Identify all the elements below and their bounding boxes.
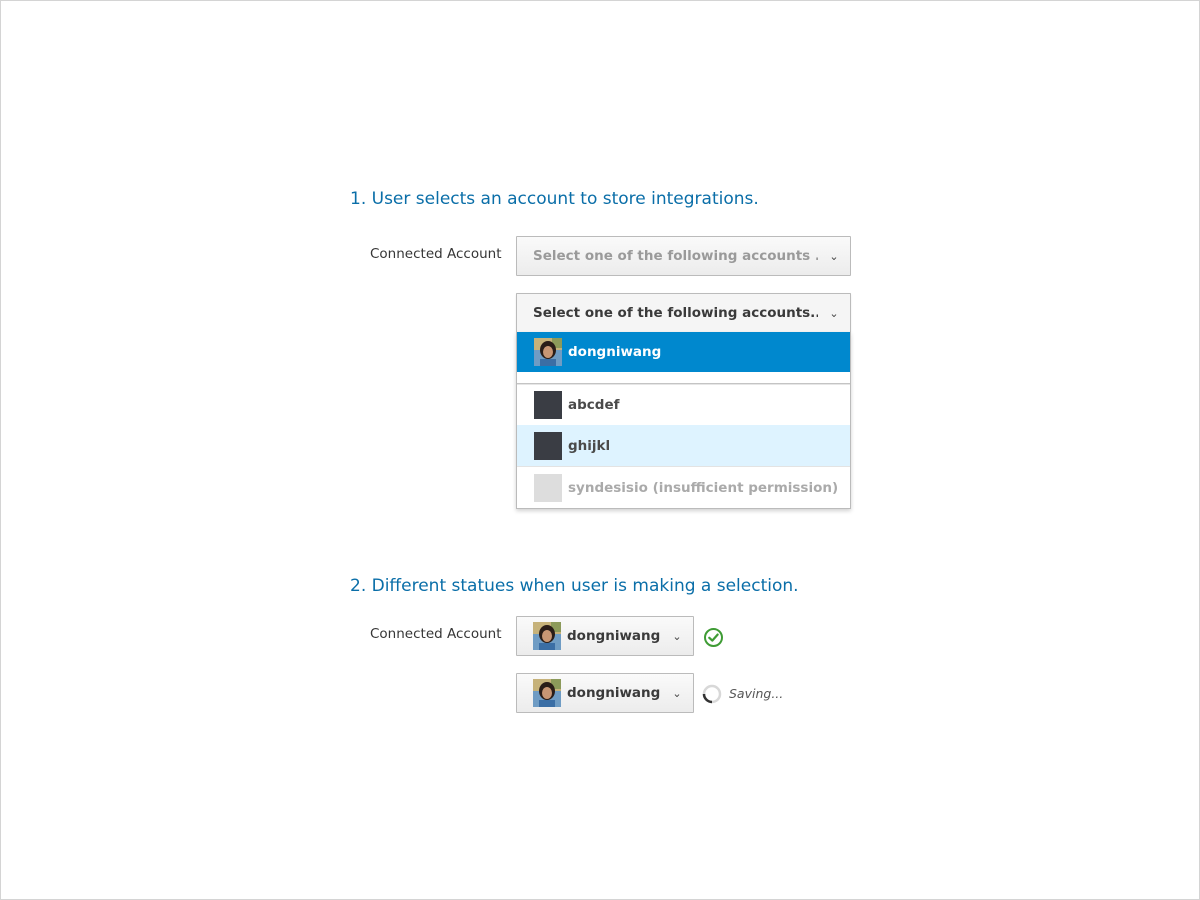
avatar [534, 391, 562, 419]
spinner-icon [702, 684, 722, 704]
account-select-saved[interactable]: dongniwang ⌄ [516, 616, 694, 656]
menu-item-ghijkl[interactable]: ghijkl [517, 425, 850, 466]
chevron-down-icon: ⌄ [672, 686, 682, 700]
account-select-saving[interactable]: dongniwang ⌄ [516, 673, 694, 713]
menu-item-label: syndesisio (insufficient permission) [568, 479, 839, 496]
chevron-down-icon: ⌄ [829, 249, 839, 263]
account-dropdown-menu: dongniwang abcdef ghijkl syndesisio (ins… [516, 332, 851, 509]
menu-item-dongniwang[interactable]: dongniwang [517, 332, 850, 372]
account-select-placeholder: Select one of the following accounts ... [533, 248, 818, 264]
avatar [534, 431, 562, 460]
connected-account-label: Connected Account [370, 626, 502, 642]
account-select-closed[interactable]: Select one of the following accounts ...… [516, 236, 851, 276]
selected-account-name: dongniwang [567, 685, 661, 701]
chevron-down-icon: ⌄ [829, 306, 839, 320]
menu-item-label: dongniwang [568, 344, 662, 360]
account-select-placeholder: Select one of the following accounts... [533, 305, 818, 321]
chevron-down-icon: ⌄ [672, 629, 682, 643]
menu-item-label: abcdef [568, 397, 620, 413]
section1-heading: 1. User selects an account to store inte… [350, 189, 759, 209]
avatar [534, 473, 562, 502]
connected-account-label: Connected Account [370, 246, 502, 262]
selected-account-name: dongniwang [567, 628, 661, 644]
avatar [533, 679, 561, 707]
avatar [533, 622, 561, 650]
saving-status-text: Saving... [729, 686, 784, 701]
menu-item-syndesisio: syndesisio (insufficient permission) [517, 466, 850, 508]
menu-item-label: ghijkl [568, 437, 611, 454]
account-select-open[interactable]: Select one of the following accounts... … [516, 293, 851, 333]
avatar [534, 338, 562, 366]
check-circle-icon [704, 628, 723, 647]
section2-heading: 2. Different statues when user is making… [350, 576, 799, 596]
menu-item-abcdef[interactable]: abcdef [517, 385, 850, 425]
